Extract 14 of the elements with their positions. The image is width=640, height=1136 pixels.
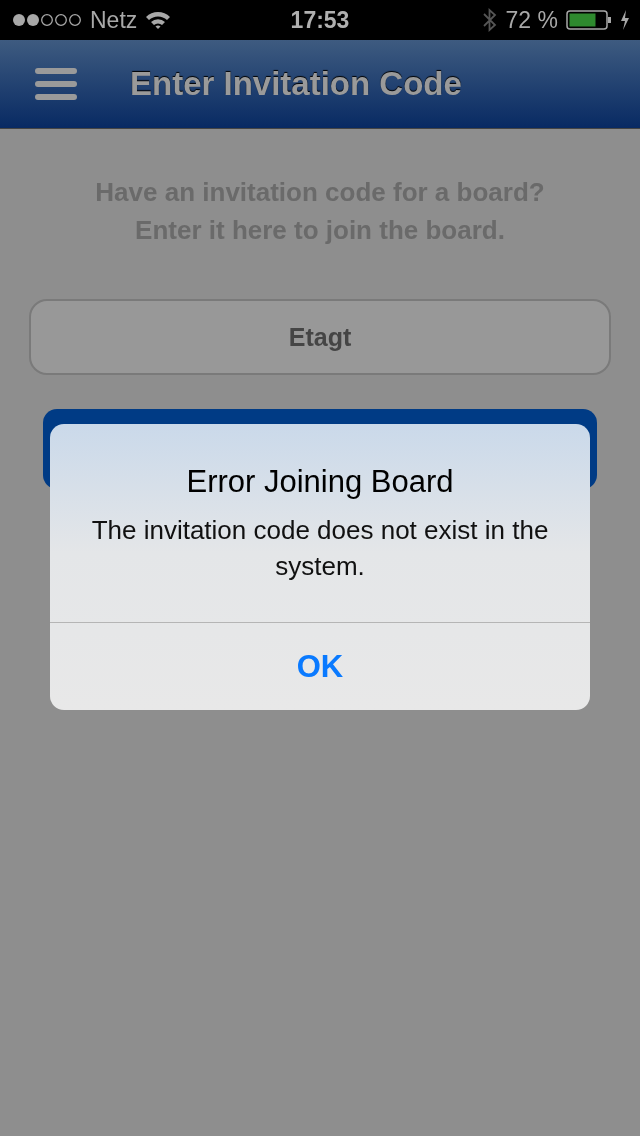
alert-title: Error Joining Board (186, 464, 454, 500)
battery-icon (566, 10, 612, 30)
bluetooth-icon (481, 7, 498, 33)
carrier-name: Netz (90, 6, 138, 34)
screen-title: Enter Invitation Code (130, 65, 462, 103)
clock-time: 17:53 (290, 6, 350, 34)
wifi-icon (145, 10, 172, 30)
alert-message: The invitation code does not exist in the system. (90, 514, 550, 583)
ok-button[interactable]: OK (50, 622, 590, 710)
charging-icon (620, 10, 630, 30)
code-input-field[interactable]: Etagt (29, 299, 611, 375)
menu-icon[interactable] (34, 67, 78, 101)
signal-icon (12, 12, 82, 28)
battery-percentage: 72 % (505, 6, 558, 34)
